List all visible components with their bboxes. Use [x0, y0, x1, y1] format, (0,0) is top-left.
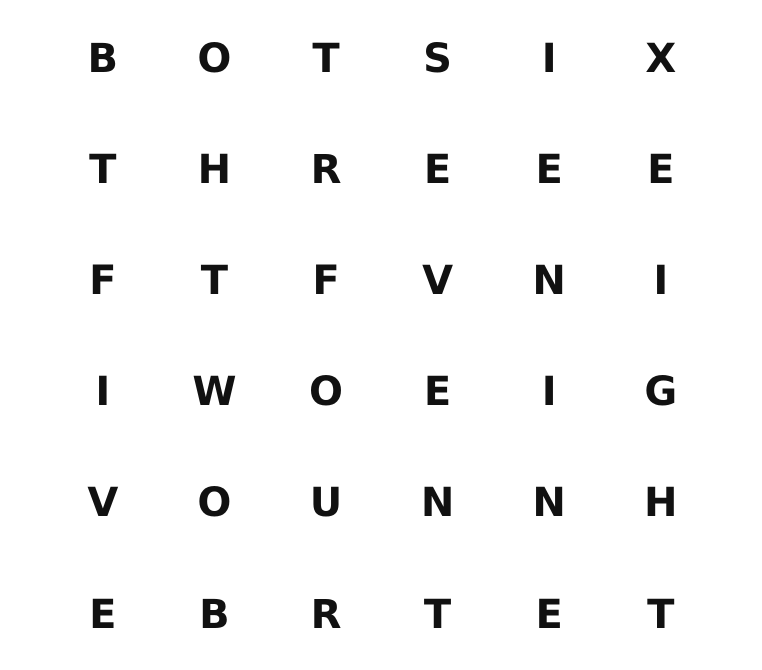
letter-cell-r3-c3[interactable]: F — [270, 225, 382, 336]
letter-cell-r4-c6[interactable]: G — [605, 337, 717, 448]
letter-cell-r5-c2[interactable]: O — [159, 448, 271, 559]
letter-cell-r4-c2[interactable]: W — [159, 337, 271, 448]
letter-cell-r2-c1[interactable]: T — [47, 114, 159, 225]
letter-cell-r4-c1[interactable]: I — [47, 337, 159, 448]
letter-cell-r5-c4[interactable]: N — [382, 448, 494, 559]
word-search-grid: B O T S I X T H R E E E F T F V N I I W … — [47, 3, 717, 670]
letter-cell-r6-c1[interactable]: E — [47, 559, 159, 670]
letter-cell-r2-c5[interactable]: E — [493, 114, 605, 225]
letter-cell-r1-c6[interactable]: X — [605, 3, 717, 114]
letter-cell-r5-c3[interactable]: U — [270, 448, 382, 559]
letter-cell-r1-c4[interactable]: S — [382, 3, 494, 114]
letter-cell-r3-c5[interactable]: N — [493, 225, 605, 336]
letter-cell-r1-c2[interactable]: O — [159, 3, 271, 114]
letter-cell-r3-c6[interactable]: I — [605, 225, 717, 336]
letter-cell-r3-c1[interactable]: F — [47, 225, 159, 336]
letter-cell-r3-c2[interactable]: T — [159, 225, 271, 336]
letter-cell-r2-c3[interactable]: R — [270, 114, 382, 225]
letter-cell-r6-c3[interactable]: R — [270, 559, 382, 670]
letter-cell-r2-c2[interactable]: H — [159, 114, 271, 225]
letter-cell-r6-c4[interactable]: T — [382, 559, 494, 670]
letter-cell-r5-c6[interactable]: H — [605, 448, 717, 559]
letter-cell-r1-c5[interactable]: I — [493, 3, 605, 114]
letter-cell-r4-c3[interactable]: O — [270, 337, 382, 448]
letter-cell-r1-c1[interactable]: B — [47, 3, 159, 114]
letter-cell-r4-c5[interactable]: I — [493, 337, 605, 448]
letter-cell-r5-c1[interactable]: V — [47, 448, 159, 559]
letter-cell-r1-c3[interactable]: T — [270, 3, 382, 114]
letter-cell-r6-c6[interactable]: T — [605, 559, 717, 670]
letter-cell-r6-c2[interactable]: B — [159, 559, 271, 670]
letter-cell-r2-c4[interactable]: E — [382, 114, 494, 225]
letter-cell-r5-c5[interactable]: N — [493, 448, 605, 559]
letter-cell-r4-c4[interactable]: E — [382, 337, 494, 448]
letter-cell-r2-c6[interactable]: E — [605, 114, 717, 225]
letter-cell-r6-c5[interactable]: E — [493, 559, 605, 670]
letter-cell-r3-c4[interactable]: V — [382, 225, 494, 336]
